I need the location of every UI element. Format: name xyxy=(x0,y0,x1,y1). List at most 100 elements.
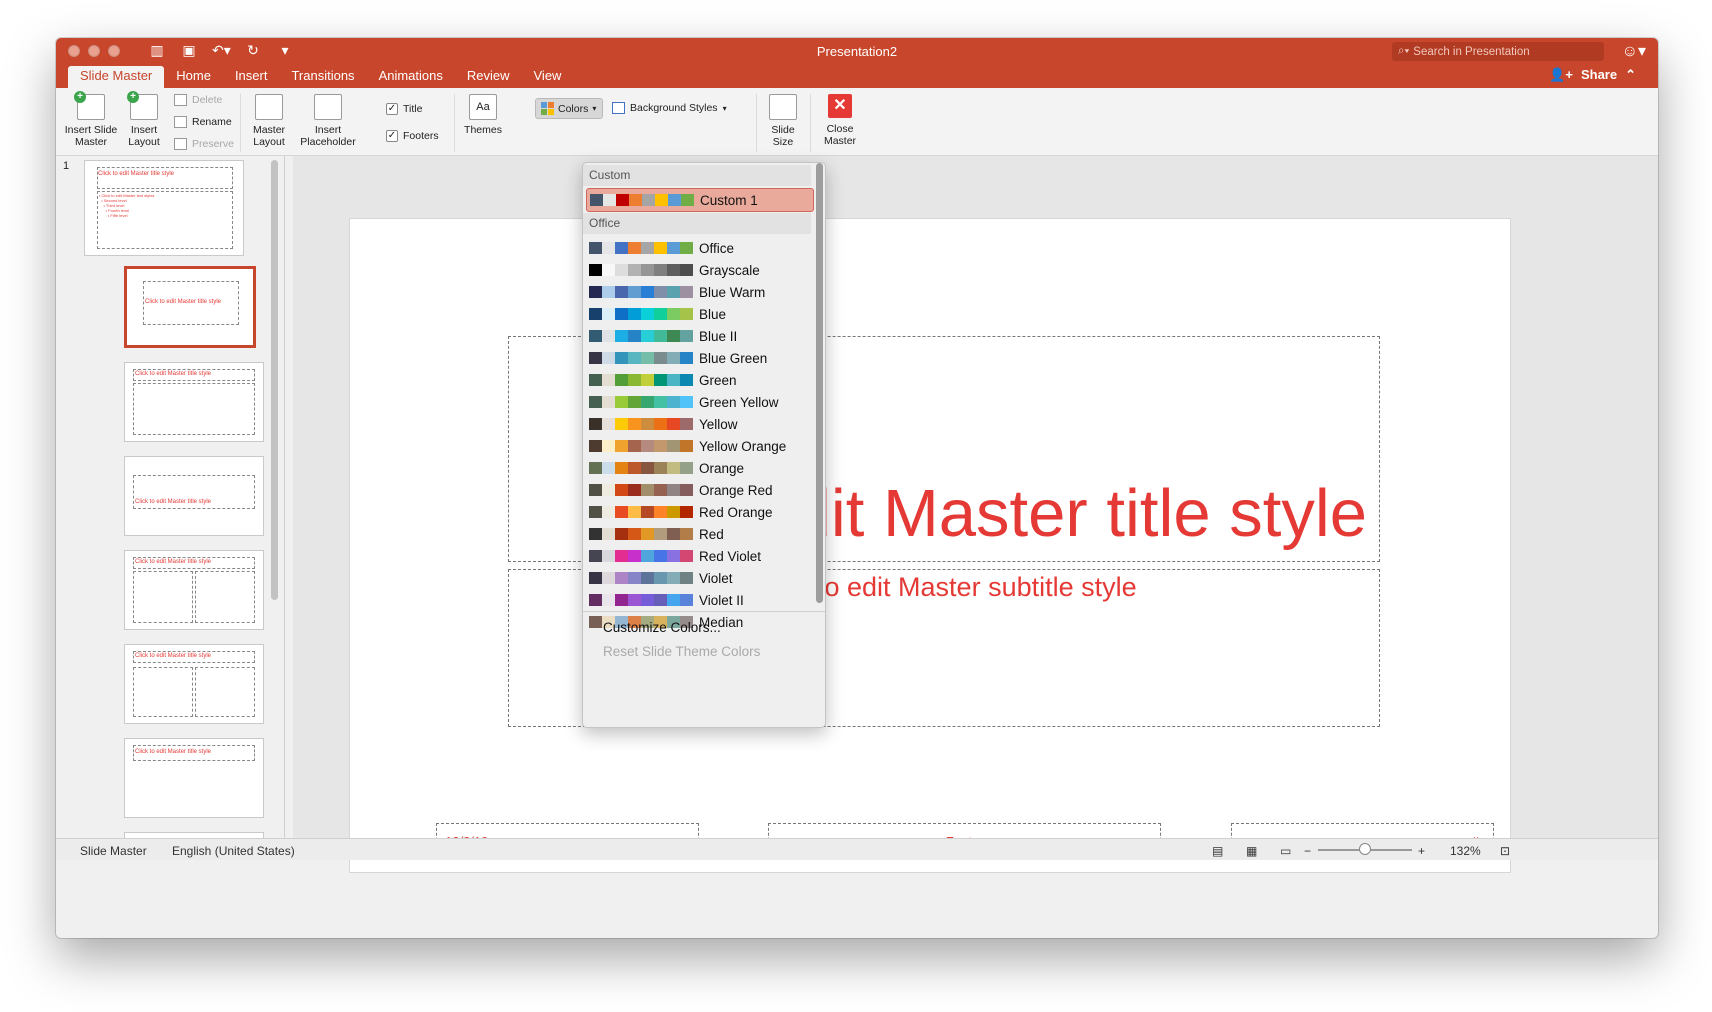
share-button[interactable]: 👤+ Share ⌃ xyxy=(1549,67,1636,83)
color-scheme-grayscale[interactable]: Grayscale xyxy=(586,258,814,282)
layout-thumbnail-title-slide[interactable]: Click to edit Master title style xyxy=(124,266,256,348)
color-scheme-green[interactable]: Green xyxy=(586,368,814,392)
zoom-out-icon[interactable]: − xyxy=(1304,844,1311,858)
slide[interactable]: edit Master title style Click to edit Ma… xyxy=(349,218,1511,873)
color-scheme-label: Red xyxy=(699,526,724,542)
rename-icon xyxy=(174,116,187,128)
tab-insert[interactable]: Insert xyxy=(223,66,280,88)
layout-thumbnail-title-content[interactable]: Click to edit Master title style xyxy=(124,362,264,442)
presenter-view-icon[interactable]: ▭ xyxy=(1280,844,1291,858)
tab-review[interactable]: Review xyxy=(455,66,522,88)
reset-theme-colors-item[interactable]: Reset Slide Theme Colors xyxy=(603,644,760,659)
slide-size-icon xyxy=(769,94,797,120)
layout-thumbnail-two-content[interactable]: Click to edit Master title style xyxy=(124,550,264,630)
color-scheme-label: Green Yellow xyxy=(699,394,779,410)
master-thumbnail[interactable]: Click to edit Master title style • Click… xyxy=(84,160,244,256)
insert-layout-button[interactable]: + Insert Layout xyxy=(120,91,168,148)
layout-thumbnail-title-only[interactable]: Click to edit Master title style xyxy=(124,738,264,818)
zoom-in-icon[interactable]: + xyxy=(1418,844,1425,858)
swatch-chip xyxy=(602,352,615,364)
rename-button[interactable]: Rename xyxy=(174,116,232,128)
title-bar: ▥ ▣ ↶▾ ↻ ▾ Presentation2 ⌕▾ Search in Pr… xyxy=(56,38,1658,88)
color-scheme-violet[interactable]: Violet xyxy=(586,566,814,590)
slide-size-button[interactable]: Slide Size xyxy=(760,94,806,148)
color-scheme-custom-1[interactable]: Custom 1 xyxy=(586,188,814,212)
delete-button[interactable]: Delete xyxy=(174,94,222,106)
swatch-chip xyxy=(654,572,667,584)
colors-button[interactable]: Colors ▾ xyxy=(535,98,603,119)
zoom-level[interactable]: 132% xyxy=(1450,844,1481,858)
color-scheme-office[interactable]: Office xyxy=(586,236,814,260)
close-master-button[interactable]: ✕ Close Master xyxy=(814,94,866,147)
title-checkbox[interactable]: ✓ Title xyxy=(386,103,422,115)
view-name: Slide Master xyxy=(80,844,147,858)
color-scheme-orange-red[interactable]: Orange Red xyxy=(586,478,814,502)
swatch-chip xyxy=(667,286,680,298)
swatch-chip xyxy=(628,396,641,408)
tab-transitions[interactable]: Transitions xyxy=(279,66,366,88)
rename-label: Rename xyxy=(192,116,232,128)
swatch-chip xyxy=(602,264,615,276)
color-scheme-blue-green[interactable]: Blue Green xyxy=(586,346,814,370)
color-scheme-violet-ii[interactable]: Violet II xyxy=(586,588,814,612)
swatch-chip xyxy=(654,594,667,606)
color-scheme-label: Violet xyxy=(699,570,733,586)
swatch-chip xyxy=(615,528,628,540)
footers-checkbox[interactable]: ✓ Footers xyxy=(386,130,439,142)
swatch-chip xyxy=(654,286,667,298)
dropdown-scrollbar[interactable] xyxy=(816,163,823,603)
tab-slide-master[interactable]: Slide Master xyxy=(68,66,165,88)
search-box[interactable]: ⌕▾ Search in Presentation xyxy=(1392,42,1604,61)
thumbnail-title: Click to edit Master title style xyxy=(135,499,212,505)
colors-label: Colors xyxy=(558,102,589,115)
swatch-chip xyxy=(615,440,628,452)
slide-sorter-icon[interactable]: ▦ xyxy=(1246,844,1257,858)
fit-to-window-icon[interactable]: ⊡ xyxy=(1500,844,1510,858)
swatch-chip xyxy=(680,550,693,562)
swatch-chip xyxy=(628,264,641,276)
colors-dropdown: Custom Custom 1 Office Office Grayscale Bl… xyxy=(582,162,826,728)
normal-view-icon[interactable]: ▤ xyxy=(1212,844,1223,858)
color-scheme-green-yellow[interactable]: Green Yellow xyxy=(586,390,814,414)
collapse-ribbon-icon[interactable]: ⌃ xyxy=(1625,67,1636,83)
themes-button[interactable]: Aa Themes xyxy=(458,94,508,136)
swatch-chip xyxy=(654,484,667,496)
insert-slide-master-button[interactable]: + Insert Slide Master xyxy=(62,91,120,148)
search-input[interactable]: Search in Presentation xyxy=(1413,46,1529,58)
swatch-chip xyxy=(641,572,654,584)
color-scheme-blue-warm[interactable]: Blue Warm xyxy=(586,280,814,304)
swatch-chip xyxy=(667,462,680,474)
color-scheme-blue[interactable]: Blue xyxy=(586,302,814,326)
thumbnail-scrollbar[interactable] xyxy=(271,160,278,600)
color-scheme-label: Orange xyxy=(699,460,745,476)
swatch-chip xyxy=(602,308,615,320)
swatch-chip xyxy=(641,550,654,562)
background-styles-button[interactable]: Background Styles ▾ xyxy=(612,102,727,114)
swatch-chip xyxy=(641,440,654,452)
tab-animations[interactable]: Animations xyxy=(367,66,455,88)
layout-thumbnail-section[interactable]: Click to edit Master title style xyxy=(124,456,264,536)
insert-placeholder-button[interactable]: Insert Placeholder xyxy=(296,94,360,148)
swatch-chip xyxy=(680,506,693,518)
layout-thumbnail-comparison[interactable]: Click to edit Master title style xyxy=(124,644,264,724)
thumbnail-title: Click to edit Master title style xyxy=(135,749,212,755)
color-scheme-red-violet[interactable]: Red Violet xyxy=(586,544,814,568)
master-layout-button[interactable]: Master Layout xyxy=(243,94,295,148)
customize-colors-item[interactable]: Customize Colors... xyxy=(603,620,721,635)
color-scheme-red-orange[interactable]: Red Orange xyxy=(586,500,814,524)
color-scheme-yellow-orange[interactable]: Yellow Orange xyxy=(586,434,814,458)
color-scheme-blue-ii[interactable]: Blue II xyxy=(586,324,814,348)
language[interactable]: English (United States) xyxy=(172,844,295,858)
swatch-chip xyxy=(628,440,641,452)
preserve-button[interactable]: Preserve xyxy=(174,138,234,150)
thumbnail-pane[interactable]: 1 Click to edit Master title style • Cli… xyxy=(56,156,284,838)
tab-view[interactable]: View xyxy=(522,66,574,88)
zoom-slider-knob[interactable] xyxy=(1359,843,1371,855)
tab-home[interactable]: Home xyxy=(164,66,223,88)
color-scheme-red[interactable]: Red xyxy=(586,522,814,546)
feedback-smiley-icon[interactable]: ☺▾ xyxy=(1622,41,1646,61)
swatch-chip xyxy=(667,374,680,386)
color-scheme-label: Blue xyxy=(699,306,727,322)
color-scheme-orange[interactable]: Orange xyxy=(586,456,814,480)
color-scheme-yellow[interactable]: Yellow xyxy=(586,412,814,436)
